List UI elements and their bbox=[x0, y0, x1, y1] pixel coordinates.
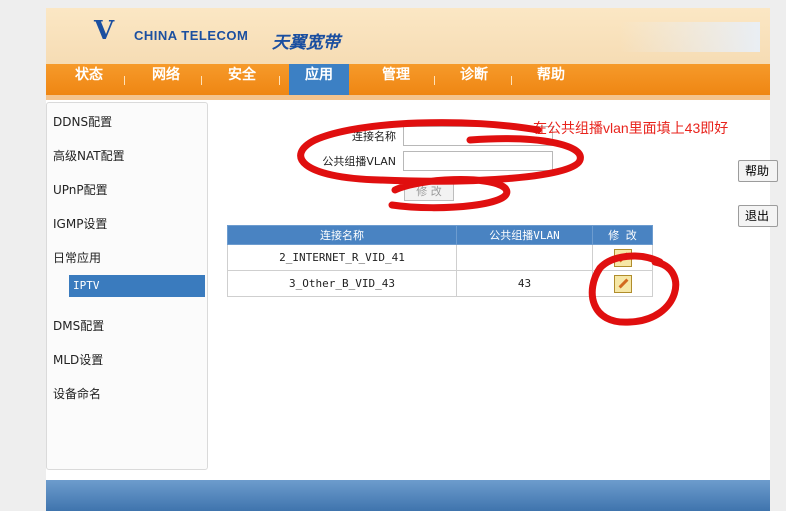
red-annotation-marks bbox=[297, 119, 680, 326]
scribble-loop-form bbox=[297, 119, 584, 212]
footer-bar bbox=[46, 480, 770, 511]
scribble-circle-edit bbox=[588, 252, 680, 326]
